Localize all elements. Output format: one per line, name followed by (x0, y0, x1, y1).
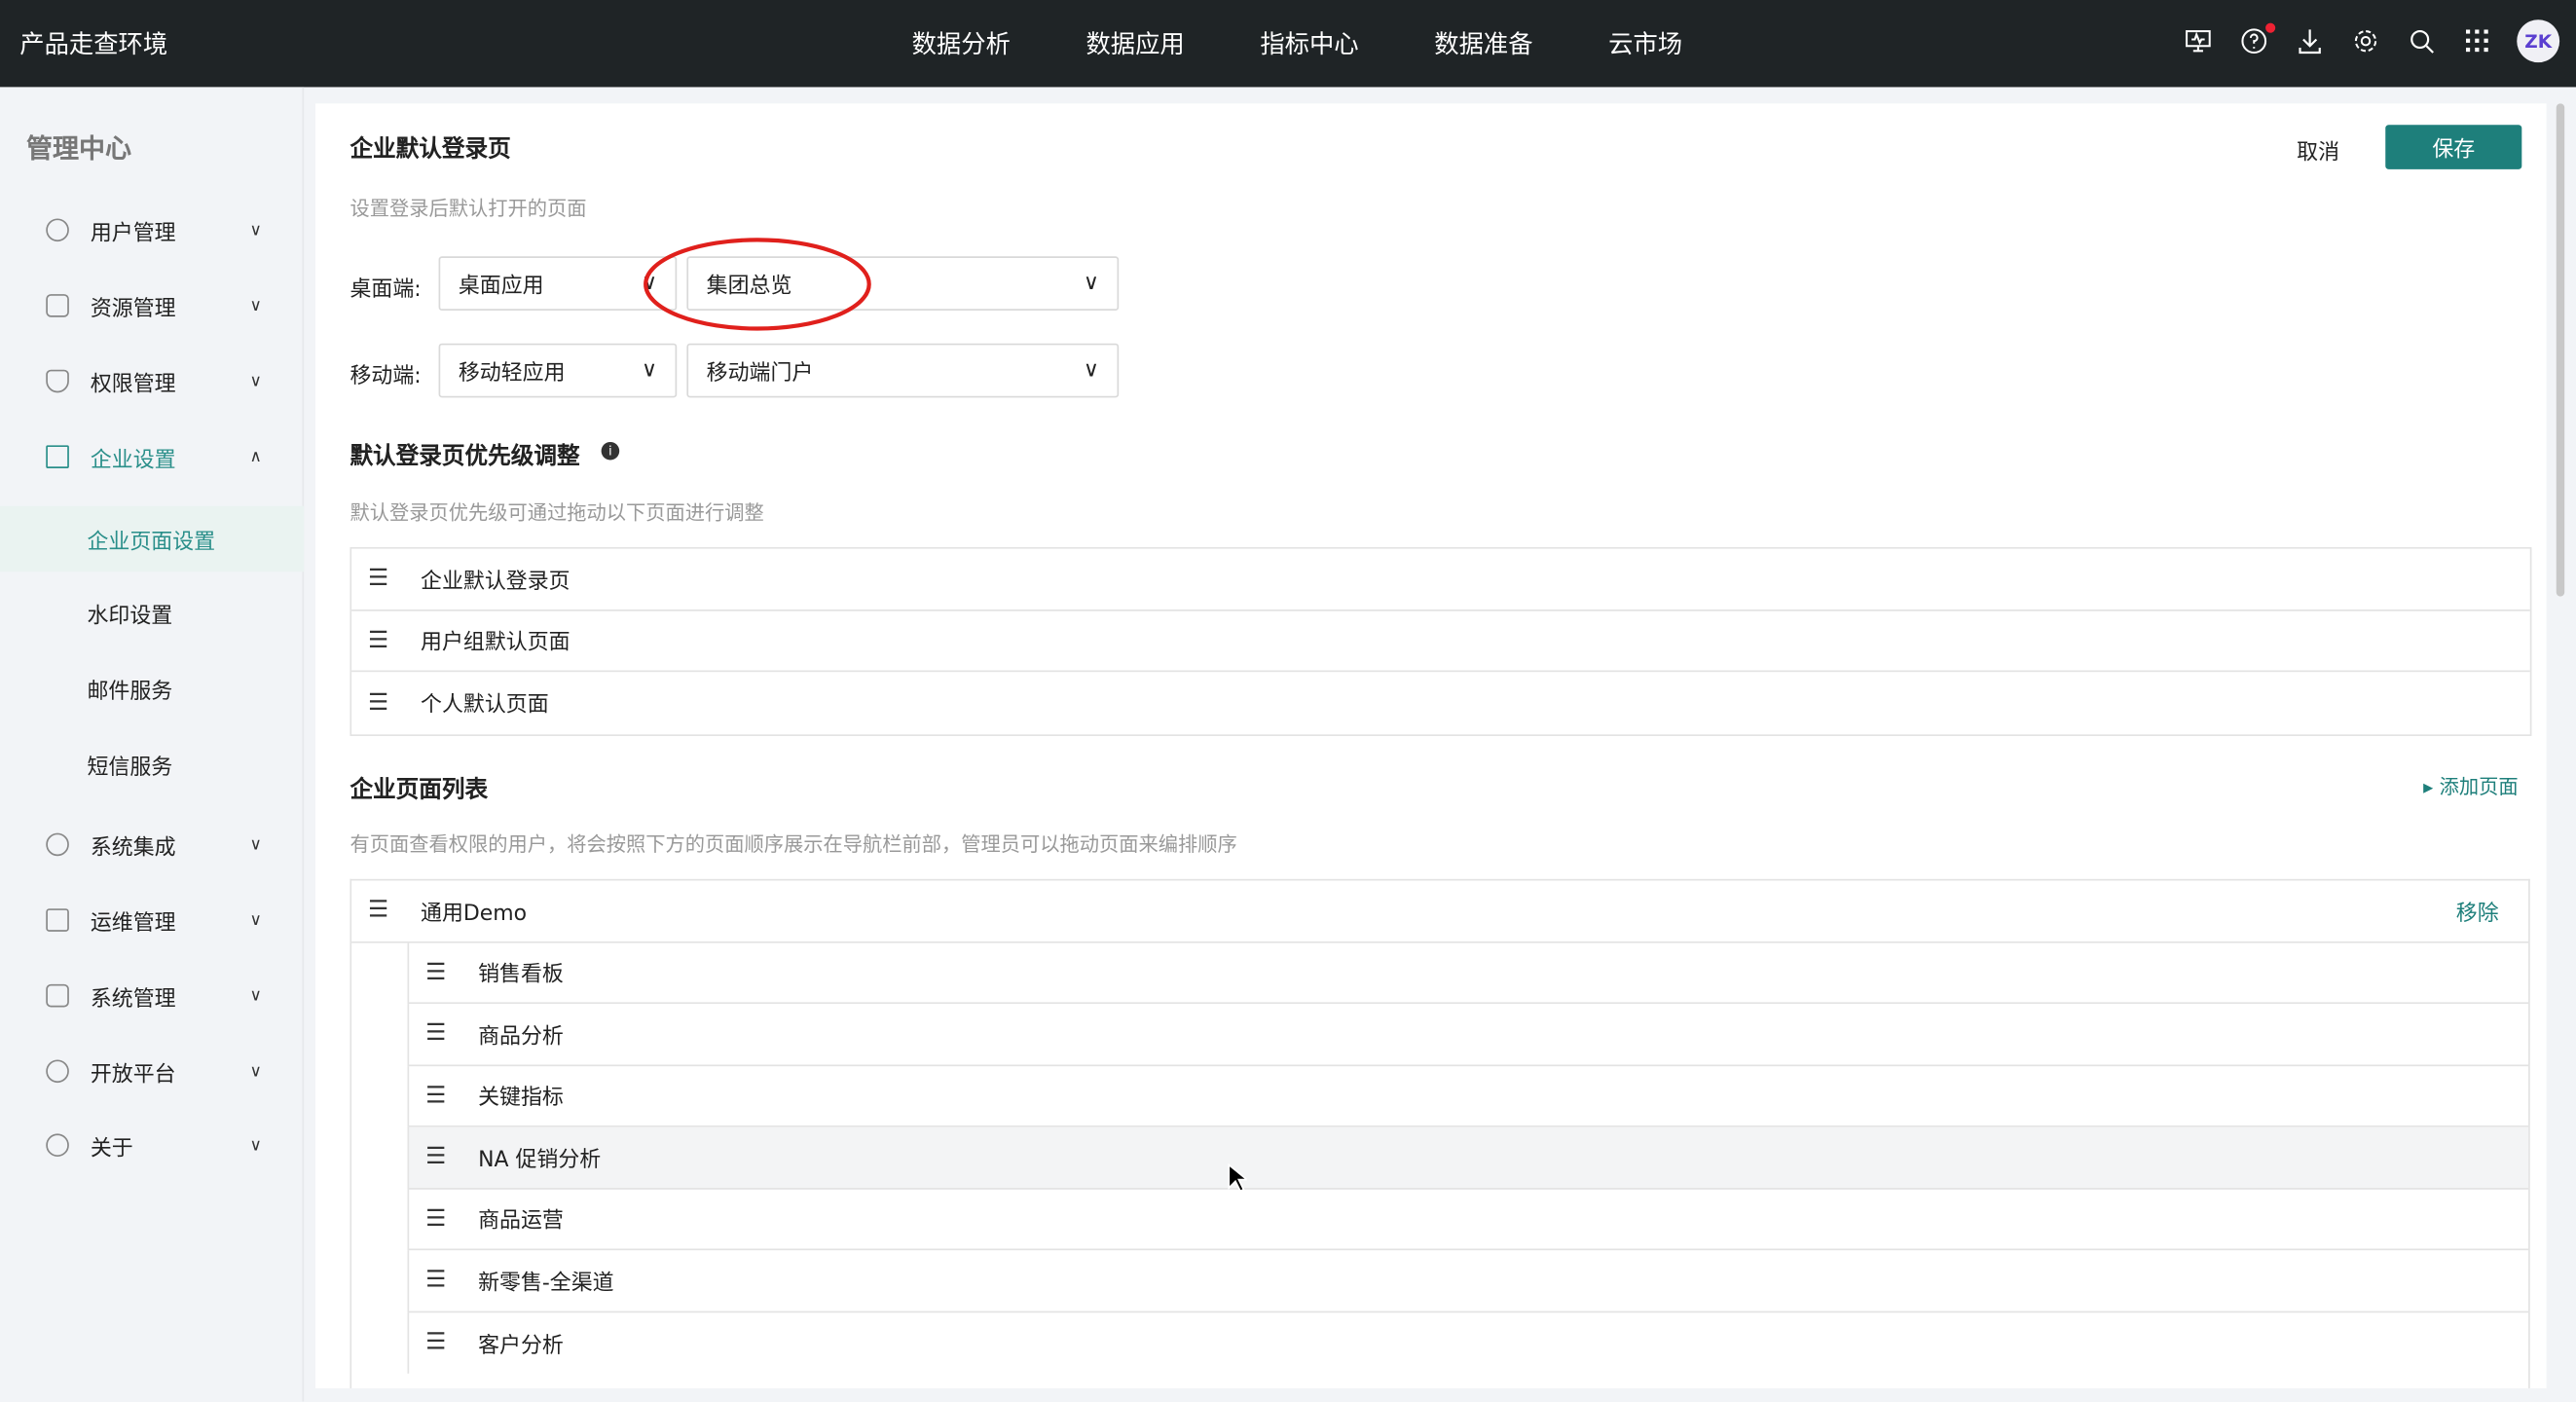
list-item[interactable]: ☰ 商品分析 (407, 1004, 2529, 1066)
list-item[interactable]: ☰ 企业默认登录页 (351, 549, 2530, 610)
desktop-label: 桌面端: (350, 277, 422, 303)
info-icon (46, 1133, 69, 1157)
list-item[interactable]: ☰ 个人默认页面 (351, 672, 2530, 733)
section-title-default-login: 企业默认登录页 (350, 136, 511, 164)
drag-handle-icon[interactable]: ☰ (425, 1020, 449, 1047)
sidebar-item-resources[interactable]: 资源管理 ∨ (0, 281, 304, 331)
cancel-button[interactable]: 取消 (2297, 134, 2339, 166)
shield-icon (46, 369, 69, 393)
mouse-cursor-icon (1228, 1162, 1247, 1193)
sidebar-sub-enterprise-page[interactable]: 企业页面设置 (0, 505, 305, 572)
sidebar-sub-sms[interactable]: 短信服务 (0, 731, 304, 797)
mobile-type-select[interactable]: 移动轻应用 ∨ (438, 343, 678, 398)
add-page-link[interactable]: ▸ 添加页面 (2423, 772, 2519, 800)
chevron-down-icon: ∨ (249, 986, 262, 1005)
nav-metrics[interactable]: 指标中心 (1260, 26, 1358, 60)
chevron-down-icon: ∨ (249, 372, 262, 390)
sidebar-item-users[interactable]: 用户管理 ∨ (0, 205, 304, 255)
drag-handle-icon[interactable]: ☰ (368, 898, 391, 924)
building-icon (46, 445, 69, 468)
sidebar-item-ops[interactable]: 运维管理 ∨ (0, 896, 304, 945)
user-icon (46, 218, 69, 242)
annotation-ellipse (644, 238, 871, 331)
sidebar-sub-mail[interactable]: 邮件服务 (0, 655, 304, 721)
list-item[interactable]: ☰ 客户分析 (407, 1311, 2529, 1374)
drag-handle-icon[interactable]: ☰ (368, 566, 391, 592)
priority-desc: 默认登录页优先级可通过拖动以下页面进行调整 (350, 500, 764, 525)
grid-icon (46, 294, 69, 317)
list-item[interactable]: ☰ 用户组默认页面 (351, 610, 2530, 673)
nav-cloud-market[interactable]: 云市场 (1608, 26, 1682, 60)
drag-handle-icon[interactable]: ☰ (425, 1205, 449, 1232)
sidebar: 管理中心 用户管理 ∨ 资源管理 ∨ 权限管理 ∨ 企业设置 ∧ 企业页面设置 水印设置… (0, 87, 305, 1402)
apps-grid-icon[interactable] (2461, 24, 2494, 57)
top-bar: 产品走查环境 数据分析 数据应用 指标中心 数据准备 云市场 ZK (0, 0, 2576, 88)
nav-data-prep[interactable]: 数据准备 (1434, 26, 1532, 60)
sidebar-item-permissions[interactable]: 权限管理 ∨ (0, 356, 304, 406)
chevron-down-icon: ∨ (1083, 357, 1099, 384)
monitor-icon (46, 908, 69, 932)
search-icon[interactable] (2406, 24, 2439, 57)
gear-icon[interactable] (2349, 24, 2382, 57)
chevron-down-icon: ∨ (249, 220, 262, 240)
sidebar-item-about[interactable]: 关于 ∨ (0, 1121, 304, 1170)
scrollbar[interactable] (2556, 103, 2565, 597)
page-tree: ☰ 通用Demo 移除 ☰ 销售看板 ☰ 商品分析 ☰ 关键指标 ☰ NA 促销分析 ☰ 商品… (350, 878, 2530, 1388)
drag-handle-icon[interactable]: ☰ (425, 1144, 449, 1170)
drag-handle-icon[interactable]: ☰ (368, 627, 391, 653)
chevron-down-icon: ∨ (249, 910, 262, 930)
drag-handle-icon[interactable]: ☰ (368, 689, 391, 716)
help-icon[interactable] (2237, 22, 2276, 57)
integration-icon (46, 832, 69, 857)
sidebar-item-enterprise[interactable]: 企业设置 ∧ (0, 432, 304, 482)
download-icon[interactable] (2294, 24, 2327, 57)
mobile-label: 移动端: (350, 364, 422, 389)
priority-title: 默认登录页优先级调整 (350, 443, 580, 470)
drag-handle-icon[interactable]: ☰ (425, 1083, 449, 1109)
avatar[interactable]: ZK (2517, 19, 2560, 63)
monitor-icon[interactable] (2182, 24, 2215, 57)
platform-icon (46, 1059, 69, 1084)
sidebar-item-open-platform[interactable]: 开放平台 ∨ (0, 1047, 304, 1096)
nav-data-apps[interactable]: 数据应用 (1086, 26, 1184, 60)
info-icon[interactable]: i (601, 441, 620, 461)
drag-handle-icon[interactable]: ☰ (425, 1267, 449, 1293)
save-button[interactable]: 保存 (2385, 125, 2522, 169)
pages-desc: 有页面查看权限的用户，将会按照下方的页面顺序展示在导航栏前部，管理员可以拖动页面… (350, 832, 1237, 857)
drag-handle-icon[interactable]: ☰ (425, 959, 449, 985)
nav-data-analysis[interactable]: 数据分析 (912, 26, 1011, 60)
chevron-down-icon: ∨ (249, 296, 262, 315)
priority-list: ☰ 企业默认登录页 ☰ 用户组默认页面 ☰ 个人默认页面 (350, 546, 2532, 736)
sidebar-sub-watermark[interactable]: 水印设置 (0, 580, 304, 646)
list-item[interactable]: ☰ 商品运营 (407, 1188, 2529, 1251)
list-item[interactable]: ☰ 新零售-全渠道 (407, 1250, 2529, 1312)
group-row[interactable]: ☰ 通用Demo 移除 (351, 881, 2529, 942)
drag-handle-icon[interactable]: ☰ (425, 1330, 449, 1356)
sidebar-title: 管理中心 (26, 132, 132, 165)
chevron-up-icon: ∧ (249, 447, 262, 466)
sidebar-item-integration[interactable]: 系统集成 ∨ (0, 820, 304, 869)
chevron-down-icon: ∨ (249, 835, 262, 854)
notification-dot (2265, 22, 2276, 33)
section-desc: 设置登录后默认打开的页面 (350, 197, 587, 221)
chevron-down-icon: ∨ (249, 1135, 262, 1155)
chevron-down-icon: ∨ (641, 357, 657, 384)
remove-button[interactable]: 移除 (2456, 895, 2499, 926)
chevron-down-icon: ∨ (249, 1061, 262, 1081)
system-icon (46, 983, 69, 1008)
list-item[interactable]: ☰ NA 促销分析 (407, 1126, 2529, 1189)
chevron-down-icon: ∨ (1083, 271, 1099, 296)
list-item[interactable]: ☰ 关键指标 (407, 1065, 2529, 1127)
app-title: 产品走查环境 (19, 29, 168, 59)
list-item[interactable]: ☰ 销售看板 (407, 941, 2529, 1005)
mobile-page-select[interactable]: 移动端门户 ∨ (686, 343, 1120, 398)
sidebar-item-system[interactable]: 系统管理 ∨ (0, 971, 304, 1020)
main-panel: 企业默认登录页 取消 保存 设置登录后默认打开的页面 桌面端: 桌面应用 ∨ 集团… (315, 103, 2547, 1388)
pages-title: 企业页面列表 (350, 777, 489, 804)
